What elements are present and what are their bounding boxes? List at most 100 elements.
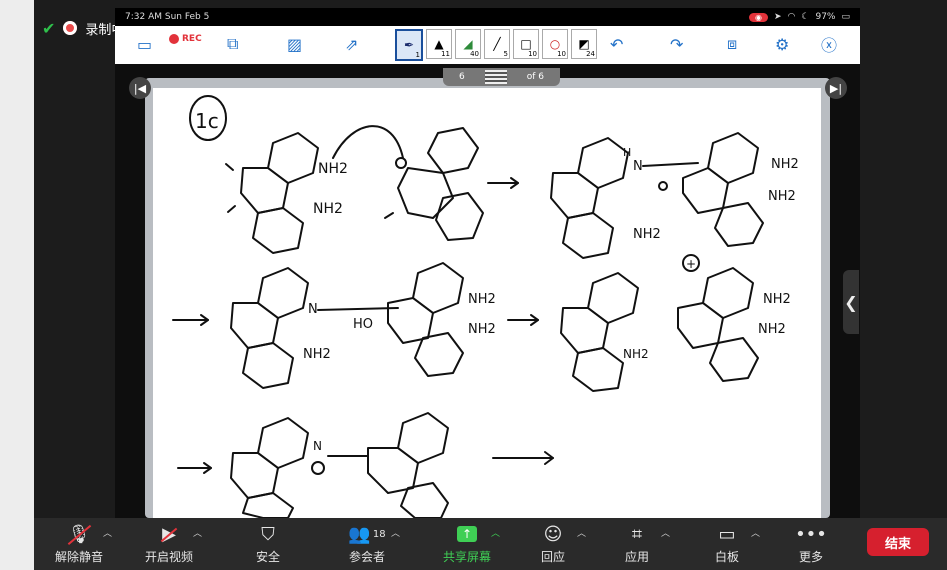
molecule-row3-b <box>367 412 449 518</box>
nh2-label: NH2 <box>763 292 791 307</box>
eraser-tool[interactable]: ◩ 24 <box>571 29 597 59</box>
nh2-label: NH2 <box>771 157 799 172</box>
image-icon[interactable]: ▨ <box>287 32 302 56</box>
status-time: 7:32 AM Sun Feb 5 <box>125 12 210 22</box>
start-video-button[interactable]: ▶ ︿ 开启视频 <box>134 522 204 565</box>
nh2-label: NH2 <box>303 347 331 362</box>
screen-record-pill: ◉ <box>749 12 768 22</box>
battery-percent: 97% <box>815 12 836 22</box>
circle-tool[interactable]: ○ 10 <box>542 29 568 59</box>
chevron-up-icon[interactable]: ︿ <box>391 526 400 539</box>
reaction-icon: ☺ <box>543 523 563 545</box>
wifi-icon: ◠ <box>787 12 796 22</box>
security-label: 安全 <box>255 550 280 564</box>
whiteboard-icon: ▭ <box>718 523 736 545</box>
video-off-icon: ▶ <box>162 523 176 545</box>
whiteboard-canvas[interactable]: 1c NH2 NH2 N H NH2 NH2 NH2 N NH2 HO NH2 … <box>153 88 821 518</box>
chevron-up-icon[interactable]: ︿ <box>491 526 500 539</box>
molecule-row2-c: + NH2 NH2 NH2 <box>560 254 791 392</box>
moon-icon: ☾ <box>801 12 810 22</box>
pen-size: 10 <box>557 50 566 58</box>
pen-palette: ✒ 1 ▲ 11 ◢ 40 ╱ 5 □ 10 ○ 10 ◩ 24 <box>395 29 597 61</box>
pages-icon[interactable]: ⧈ <box>727 32 737 56</box>
more-button[interactable]: ••• 更多 <box>776 522 846 565</box>
security-button[interactable]: ⛉ 安全 <box>233 522 303 565</box>
close-icon[interactable]: ⓧ <box>821 32 837 56</box>
handwritten-mechanism: 1c NH2 NH2 N H NH2 NH2 NH2 N NH2 HO NH2 … <box>172 95 799 518</box>
rectangle-tool[interactable]: □ 10 <box>513 29 539 59</box>
chevron-up-icon[interactable]: ︿ <box>577 526 586 539</box>
security-shield-icon: ✔ <box>42 18 56 38</box>
highlighter-icon: ◢ <box>463 37 473 51</box>
nh2-label: NH2 <box>768 189 796 204</box>
chevron-up-icon[interactable]: ︿ <box>193 526 202 539</box>
current-page: 6 <box>459 72 465 82</box>
prev-page-icon[interactable]: |◀ <box>129 77 151 99</box>
ho-label: HO <box>353 317 373 332</box>
line-icon: ╱ <box>493 37 501 51</box>
marker-icon: ▲ <box>434 37 444 51</box>
left-gutter <box>0 0 34 570</box>
share-screen-icon: ↑ <box>457 526 477 542</box>
pen-size: 11 <box>441 50 450 58</box>
pen-tool-1[interactable]: ✒ 1 <box>395 29 423 61</box>
new-page-icon[interactable]: ▭ <box>137 32 152 56</box>
shield-icon: ⛉ <box>261 523 275 545</box>
circle-icon: ○ <box>549 37 561 51</box>
pen-size: 10 <box>528 50 537 58</box>
settings-gear-icon[interactable]: ⚙ <box>775 32 789 56</box>
start-video-label: 开启视频 <box>144 550 193 564</box>
participants-label: 参会者 <box>348 550 385 564</box>
n-label: N <box>313 439 322 453</box>
end-meeting-button[interactable]: 结束 <box>867 528 929 556</box>
notes-app-toolbar: ▭ REC ⧉ ▨ ⇗ ✒ 1 ▲ 11 ◢ 40 ╱ 5 □ 10 ○ 10 ◩ 24 ↶ … <box>115 26 860 65</box>
pen-size: 40 <box>470 50 479 58</box>
chevron-up-icon[interactable]: ︿ <box>661 526 670 539</box>
rec-chip[interactable]: REC <box>169 34 202 44</box>
reactions-label: 回应 <box>540 550 565 564</box>
fountain-pen-icon: ✒ <box>403 38 415 52</box>
sidebar-collapse-handle[interactable]: ❮ <box>843 270 859 334</box>
meeting-controls-bar: 🎙 ︿ 解除静音 ▶ ︿ 开启视频 ⛉ 安全 👥 18 ︿ 参会者 ↑ ︿ 共享屏幕 ☺ ︿… <box>34 518 947 570</box>
export-icon[interactable]: ⇗ <box>345 32 358 56</box>
reactions-button[interactable]: ☺ ︿ 回应 <box>518 522 588 565</box>
copy-page-icon[interactable]: ⧉ <box>227 32 238 56</box>
muted-mic-icon: 🎙 <box>67 523 91 545</box>
share-screen-button[interactable]: ↑ ︿ 共享屏幕 <box>432 522 502 565</box>
nh2-label: NH2 <box>758 322 786 337</box>
nh2-label: NH2 <box>468 292 496 307</box>
label-1c: 1c <box>195 109 219 133</box>
molecule-row1-product: N H NH2 NH2 NH2 <box>550 132 799 259</box>
participants-button[interactable]: 👥 18 ︿ 参会者 <box>332 522 402 565</box>
highlighter-tool[interactable]: ◢ 40 <box>455 29 481 59</box>
whiteboard-button[interactable]: ▭ ︿ 白板 <box>692 522 762 565</box>
curved-arrow <box>332 125 404 159</box>
rec-chip-label: REC <box>182 34 202 44</box>
unmute-button[interactable]: 🎙 ︿ 解除静音 <box>44 522 114 565</box>
pen-size: 5 <box>503 50 508 58</box>
whiteboard-frame: |◀ ▶| 6 of 6 1c NH2 NH2 N H NH2 NH2 NH2 … <box>115 64 860 518</box>
page-list-icon <box>484 70 507 84</box>
rectangle-icon: □ <box>520 37 532 51</box>
pen-size: 24 <box>586 50 595 58</box>
page-indicator[interactable]: 6 of 6 <box>443 68 560 86</box>
share-screen-label: 共享屏幕 <box>442 550 491 564</box>
apps-label: 应用 <box>624 550 649 564</box>
chevron-up-icon[interactable]: ︿ <box>751 526 760 539</box>
more-label: 更多 <box>798 550 823 564</box>
apps-button[interactable]: ⌗ ︿ 应用 <box>602 522 672 565</box>
chevron-up-icon[interactable]: ︿ <box>103 526 112 539</box>
rec-dot-icon <box>169 34 179 44</box>
redo-icon[interactable]: ↷ <box>670 32 683 56</box>
shared-ipad-screen: 7:32 AM Sun Feb 5 ◉ ➤ ◠ ☾ 97% ▭ ▭ REC ⧉ … <box>115 8 860 518</box>
nh2-label: NH2 <box>313 201 343 217</box>
pen-tool-2[interactable]: ▲ 11 <box>426 29 452 59</box>
undo-icon[interactable]: ↶ <box>610 32 623 56</box>
ipad-status-bar: 7:32 AM Sun Feb 5 ◉ ➤ ◠ ☾ 97% ▭ <box>115 8 860 26</box>
line-tool[interactable]: ╱ 5 <box>484 29 510 59</box>
n-label: N <box>308 302 318 317</box>
molecule-row2-a: N NH2 <box>230 267 331 389</box>
next-page-icon[interactable]: ▶| <box>825 77 847 99</box>
participants-icon: 👥 <box>348 523 371 545</box>
apps-icon: ⌗ <box>631 523 643 545</box>
